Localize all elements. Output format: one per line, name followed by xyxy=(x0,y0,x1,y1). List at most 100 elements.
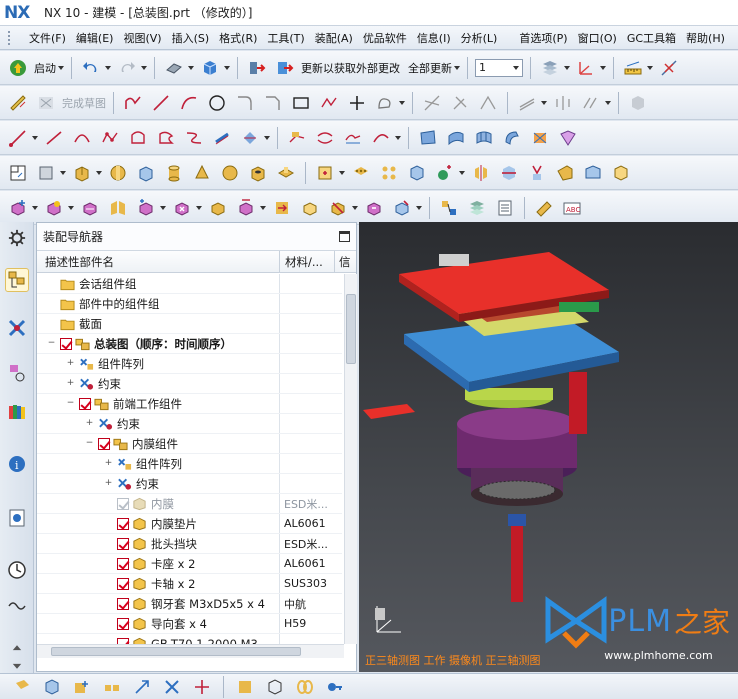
bridge-dropdown-icon[interactable] xyxy=(395,135,401,140)
clock-icon[interactable] xyxy=(5,558,29,582)
add-component-dropdown-icon[interactable] xyxy=(32,205,38,210)
menu-tools[interactable]: 工具(T) xyxy=(262,30,309,46)
boolean-dropdown-icon[interactable] xyxy=(339,170,345,175)
layer-visibility-icon[interactable] xyxy=(233,676,257,698)
clearance-analysis-icon[interactable] xyxy=(362,197,386,219)
render-dropdown-icon[interactable] xyxy=(224,65,230,70)
pattern-feature-icon[interactable] xyxy=(377,162,401,184)
draft-icon[interactable] xyxy=(525,162,549,184)
curve-offset-icon[interactable] xyxy=(238,127,262,149)
collapse-icon[interactable]: − xyxy=(47,339,56,348)
visibility-checkbox[interactable] xyxy=(117,577,129,590)
column-material[interactable]: 材料/... xyxy=(280,251,335,272)
quick-trim-icon[interactable] xyxy=(420,92,444,114)
expand-icon[interactable]: + xyxy=(85,419,94,428)
visibility-checkbox[interactable] xyxy=(60,337,72,350)
expand-icon[interactable]: + xyxy=(66,359,75,368)
collapse-icon[interactable]: − xyxy=(66,399,75,408)
polygon-icon[interactable] xyxy=(317,92,341,114)
point-icon[interactable] xyxy=(345,92,369,114)
horizontal-scroll-thumb[interactable] xyxy=(51,647,301,656)
layer-stack-icon[interactable] xyxy=(465,197,489,219)
menu-analysis[interactable]: 分析(L) xyxy=(456,30,503,46)
measure-icon[interactable] xyxy=(621,57,645,79)
split-body-icon[interactable] xyxy=(497,162,521,184)
redo-icon[interactable] xyxy=(115,57,139,79)
cylinder-icon[interactable] xyxy=(162,162,186,184)
arc-icon[interactable] xyxy=(177,92,201,114)
part-navigator-tab-icon[interactable] xyxy=(5,360,29,384)
hole-icon[interactable] xyxy=(246,162,270,184)
tree-row[interactable]: − 内膜组件 xyxy=(37,434,342,454)
web-browser-tab-icon[interactable]: i xyxy=(5,452,29,476)
mirror-curve-icon[interactable] xyxy=(551,92,575,114)
exploded-dropdown-icon[interactable] xyxy=(260,205,266,210)
tree-row[interactable]: + 约束 xyxy=(37,414,342,434)
roles-tab-icon[interactable] xyxy=(5,594,29,618)
constraints-dropdown-icon[interactable] xyxy=(196,205,202,210)
tree-row[interactable]: 批头挡块 ESD米... xyxy=(37,534,342,554)
make-corner-icon[interactable] xyxy=(476,92,500,114)
visibility-checkbox[interactable] xyxy=(117,557,129,570)
sketch-view-icon[interactable] xyxy=(626,92,650,114)
profile-icon[interactable] xyxy=(121,92,145,114)
visibility-checkbox[interactable] xyxy=(117,517,129,530)
move-dropdown-icon[interactable] xyxy=(160,205,166,210)
tree-row[interactable]: 卡轴 x 2 SUS303 xyxy=(37,574,342,594)
graphics-window[interactable]: 正三轴测图 工作 摄像机 正三轴测图 PLM 之家 www.plmhome.co… xyxy=(359,222,738,672)
menu-grip[interactable] xyxy=(8,30,18,45)
exploded-views-icon[interactable] xyxy=(234,197,258,219)
tree-row[interactable]: 截面 xyxy=(37,314,342,334)
redo-dropdown-icon[interactable] xyxy=(141,65,147,70)
horizontal-scrollbar[interactable] xyxy=(37,644,344,658)
menu-gc-toolbox[interactable]: GC工具箱 xyxy=(622,30,681,46)
work-layer-select[interactable]: 1 xyxy=(475,58,523,77)
tree-row[interactable]: + 约束 xyxy=(37,374,342,394)
fillet-icon[interactable] xyxy=(233,92,257,114)
ruled-surface-icon[interactable] xyxy=(444,127,468,149)
interference-dropdown-icon[interactable] xyxy=(352,205,358,210)
tree-row[interactable]: + 约束 xyxy=(37,474,342,494)
layer-settings-icon[interactable] xyxy=(538,57,562,79)
assembly-cut-dropdown-icon[interactable] xyxy=(416,205,422,210)
project-curve-icon[interactable] xyxy=(285,127,309,149)
tree-row[interactable]: 钢牙套 M3xD5x5 x 4 中航 xyxy=(37,594,342,614)
constraint-bottom-icon[interactable] xyxy=(160,676,184,698)
expand-icon[interactable]: + xyxy=(104,479,113,488)
face-blend-icon[interactable] xyxy=(581,162,605,184)
visibility-checkbox[interactable] xyxy=(117,597,129,610)
update-external-icon[interactable] xyxy=(273,57,297,79)
history-tab-icon[interactable] xyxy=(5,506,29,530)
boss-icon[interactable] xyxy=(274,162,298,184)
menu-format[interactable]: 格式(R) xyxy=(214,30,262,46)
update-external-label[interactable]: 更新以获取外部更改 xyxy=(301,60,400,76)
sketch-icon[interactable] xyxy=(6,92,30,114)
visibility-checkbox[interactable] xyxy=(79,397,91,410)
tree-row[interactable]: 导向套 x 4 H59 xyxy=(37,614,342,634)
revolve-icon[interactable] xyxy=(106,162,130,184)
offset-face-icon[interactable] xyxy=(433,162,457,184)
wcs-icon[interactable] xyxy=(574,57,598,79)
offset-curve-icon[interactable] xyxy=(515,92,539,114)
menu-edit[interactable]: 编辑(E) xyxy=(71,30,119,46)
selection-filter-icon[interactable] xyxy=(10,676,34,698)
bill-of-materials-icon[interactable] xyxy=(493,197,517,219)
selection-icon[interactable] xyxy=(162,57,186,79)
isoparametric-icon[interactable] xyxy=(341,127,365,149)
bridge-curve-icon[interactable] xyxy=(369,127,393,149)
curve-ellipse-icon[interactable] xyxy=(154,127,178,149)
start-icon[interactable] xyxy=(6,57,30,79)
chamfer-feature-icon[interactable] xyxy=(609,162,633,184)
expand-icon[interactable]: + xyxy=(104,459,113,468)
assembly-load-icon[interactable] xyxy=(70,676,94,698)
visibility-checkbox[interactable] xyxy=(98,437,110,450)
collapse-icon[interactable]: − xyxy=(85,439,94,448)
undo-icon[interactable] xyxy=(79,57,103,79)
curve-line-icon[interactable] xyxy=(42,127,66,149)
point-snap-icon[interactable] xyxy=(190,676,214,698)
four-point-surface-icon[interactable] xyxy=(416,127,440,149)
curve-offset-dropdown-icon[interactable] xyxy=(264,135,270,140)
wave-linker-icon[interactable] xyxy=(437,197,461,219)
move-object-icon[interactable] xyxy=(130,676,154,698)
shaded-cube-icon[interactable] xyxy=(198,57,222,79)
